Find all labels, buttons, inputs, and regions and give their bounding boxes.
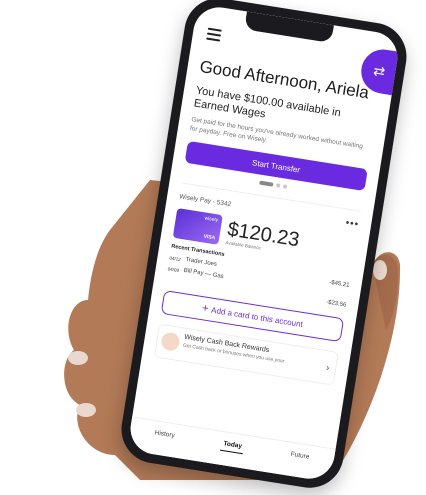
- transaction-date: 04/09: [167, 265, 180, 273]
- card-section: Wisely Pay - 5342 ••• wisely VISA $120.2…: [165, 182, 362, 309]
- menu-icon[interactable]: [206, 27, 222, 45]
- phone-notch: [244, 11, 334, 44]
- add-card-label: Add a card to this account: [210, 305, 304, 329]
- carousel-dot[interactable]: [259, 180, 274, 187]
- card-title: Wisely Pay - 5342: [178, 193, 232, 209]
- tab-future[interactable]: Future: [290, 451, 310, 461]
- tab-today[interactable]: Today: [223, 440, 243, 450]
- plus-icon: +: [201, 302, 210, 316]
- transaction-amount: -$45.21: [328, 279, 350, 289]
- carousel-dot[interactable]: [282, 184, 288, 189]
- more-icon[interactable]: •••: [345, 218, 360, 231]
- card-network-logo: VISA: [203, 233, 216, 242]
- chevron-right-icon[interactable]: ›: [326, 362, 331, 372]
- card-thumbnail[interactable]: wisely VISA: [172, 208, 223, 245]
- card-brand-logo: wisely: [204, 215, 219, 224]
- carousel-dot[interactable]: [275, 183, 281, 188]
- gift-icon: [160, 331, 181, 352]
- transaction-date: 04/12: [169, 254, 182, 262]
- tab-history[interactable]: History: [154, 429, 175, 439]
